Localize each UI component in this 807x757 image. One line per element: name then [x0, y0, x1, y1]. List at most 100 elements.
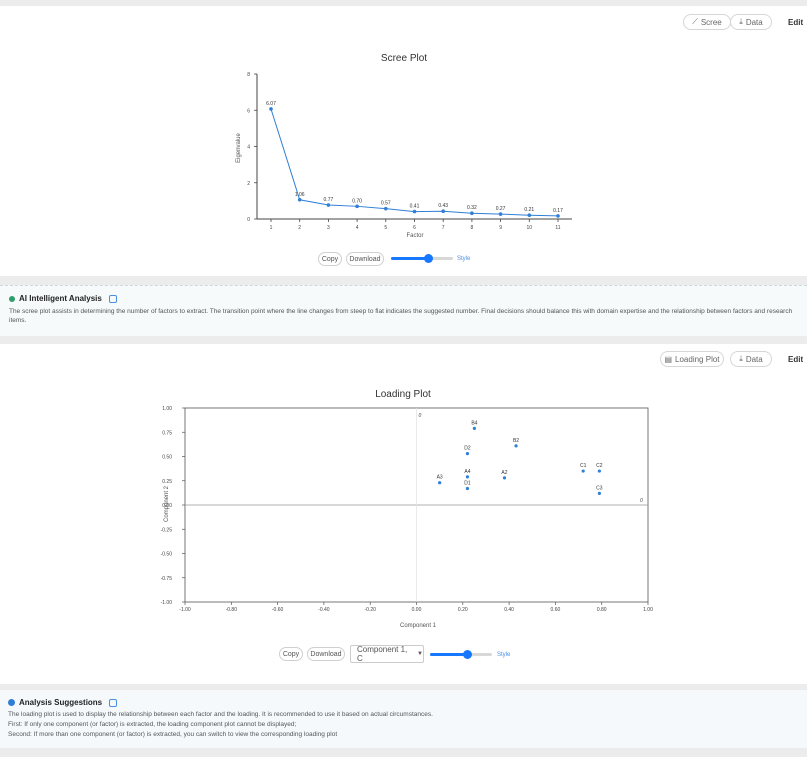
- scree-ylabel: Eigenvalue: [236, 132, 242, 162]
- ai-analysis-panel: AI Intelligent Analysis The scree plot a…: [0, 285, 807, 336]
- loading-title: Loading Plot: [375, 389, 431, 400]
- loading-x-tick-label: 0.80: [597, 607, 607, 613]
- scree-y-tick-label: 2: [247, 181, 250, 187]
- loading-point-label: D1: [464, 481, 471, 487]
- scree-x-tick-label: 5: [384, 225, 387, 231]
- loading-point-label: C2: [596, 463, 603, 469]
- loading-x-tick-label: -0.20: [364, 607, 376, 613]
- scree-style-link[interactable]: Style: [457, 256, 470, 262]
- ai-analysis-text: The scree plot assists in determining th…: [9, 308, 793, 324]
- scree-x-tick-label: 4: [356, 225, 359, 231]
- scree-point: [384, 206, 388, 211]
- loading-point: [465, 475, 470, 479]
- scree-data-label: 0.27: [496, 206, 506, 212]
- loading-point-label: D2: [464, 446, 471, 452]
- loading-y-tick-label: 0.75: [162, 430, 172, 436]
- scree-title: Scree Plot: [381, 53, 427, 64]
- loading-chart: Loading Plot Component 2 Component 1 001…: [161, 389, 653, 629]
- scree-chart: Scree Plot Eigenvalue Factor 0 2 4 6 8 1 2 3 4 5 6…: [236, 53, 572, 239]
- scree-data-label: 6.07: [266, 101, 276, 107]
- robot-icon: [9, 295, 15, 302]
- loading-copy-button[interactable]: Copy: [279, 647, 303, 661]
- suggestions-title: Analysis Suggestions: [19, 698, 103, 707]
- scree-point: [269, 107, 273, 111]
- scree-x-tick-label: 8: [471, 225, 474, 231]
- loading-x-tick-label: -0.60: [272, 607, 284, 613]
- scree-slider-fill: [391, 257, 429, 260]
- loading-y-tick-label: 0.25: [162, 479, 172, 485]
- scree-data-label: 0.77: [324, 197, 334, 203]
- loading-download-button[interactable]: Download: [307, 647, 345, 661]
- loading-point: [581, 469, 585, 473]
- loading-y-tick-label: -0.50: [161, 552, 173, 558]
- scree-x-tick-label: 1: [270, 225, 273, 231]
- loading-y-tick-label: 1.00: [162, 406, 172, 412]
- loading-x-tick-label: 1.00: [643, 607, 653, 613]
- copy-icon[interactable]: [109, 698, 118, 707]
- scree-x-tick-label: 9: [499, 225, 502, 231]
- scree-x-tick-label: 11: [555, 225, 560, 231]
- loading-slider-thumb[interactable]: [463, 650, 473, 659]
- loading-axis-marker: 0: [640, 498, 643, 504]
- scree-x-tick-label: 7: [442, 225, 445, 231]
- scree-point: [527, 213, 532, 217]
- scree-data-label: 0.21: [524, 207, 534, 213]
- loading-axis-marker: 0: [419, 413, 422, 419]
- scree-y-tick-label: 0: [247, 217, 250, 223]
- loading-x-tick-label: -0.40: [318, 607, 330, 613]
- ai-analysis-title: AI Intelligent Analysis: [19, 294, 102, 303]
- scree-y-tick-label: 6: [247, 108, 250, 114]
- scree-data-label: 0.32: [467, 205, 477, 211]
- scree-y-tick-label: 8: [247, 72, 250, 78]
- scree-x-tick-label: 3: [327, 225, 330, 231]
- loading-point-label: B2: [513, 438, 519, 444]
- loading-point-label: A3: [437, 475, 443, 481]
- scree-series-line: [270, 108, 559, 217]
- loading-x-tick-label: 0.60: [551, 607, 561, 613]
- loading-y-tick-label: 0.00: [162, 503, 172, 509]
- scree-download-button[interactable]: Download: [346, 252, 384, 266]
- loading-point: [514, 444, 518, 448]
- scree-x-tick-label: 6: [413, 225, 416, 231]
- loading-point: [597, 491, 601, 495]
- scree-data-label: 0.41: [410, 204, 420, 210]
- loading-slider-fill: [430, 653, 468, 656]
- scree-data-label: 0.17: [553, 208, 563, 214]
- loading-x-tick-label: -0.80: [226, 607, 238, 613]
- suggestions-heading: Analysis Suggestions: [8, 698, 118, 707]
- suggestion-line: The loading plot is used to display the …: [8, 711, 433, 718]
- loading-point: [502, 476, 507, 480]
- loading-point-label: C1: [580, 463, 587, 469]
- loading-point: [465, 451, 470, 456]
- loading-point: [597, 469, 601, 473]
- suggestion-line: First: If only one component (or factor)…: [8, 721, 297, 728]
- loading-xlabel: Component 1: [400, 623, 437, 629]
- loading-x-tick-label: 0.00: [412, 607, 422, 613]
- info-icon: [8, 699, 15, 706]
- loading-point: [438, 481, 442, 485]
- loading-x-tick-label: -1.00: [179, 607, 191, 613]
- loading-y-tick-label: -1.00: [161, 600, 173, 606]
- loading-style-link[interactable]: Style: [497, 652, 510, 658]
- loading-point: [465, 486, 470, 491]
- suggestion-line: Second: If more than one component (or f…: [8, 731, 338, 738]
- scree-point: [412, 209, 417, 214]
- scree-y-tick-label: 4: [247, 145, 250, 151]
- scree-data-label: 0.43: [438, 203, 448, 209]
- scree-data-label: 0.57: [381, 201, 391, 207]
- scree-point: [297, 197, 302, 202]
- loading-y-tick-label: -0.75: [161, 576, 173, 582]
- scree-point: [470, 211, 474, 215]
- scree-point: [326, 203, 331, 207]
- loading-point-label: A2: [501, 470, 507, 476]
- loading-point-label: C3: [596, 485, 603, 491]
- component-select-value: Component 1, C: [357, 645, 408, 663]
- loading-x-tick-label: 0.40: [504, 607, 514, 613]
- scree-copy-button[interactable]: Copy: [318, 252, 342, 266]
- copy-icon[interactable]: [108, 294, 117, 303]
- scree-point: [556, 214, 560, 218]
- loading-plot-panel: ▤ Loading Plot ⤓ Data Edit Loading Plot …: [0, 344, 807, 684]
- scree-point: [498, 212, 503, 216]
- loading-point-label: B4: [471, 420, 477, 426]
- component-select[interactable]: Component 1, C ▼: [350, 645, 424, 663]
